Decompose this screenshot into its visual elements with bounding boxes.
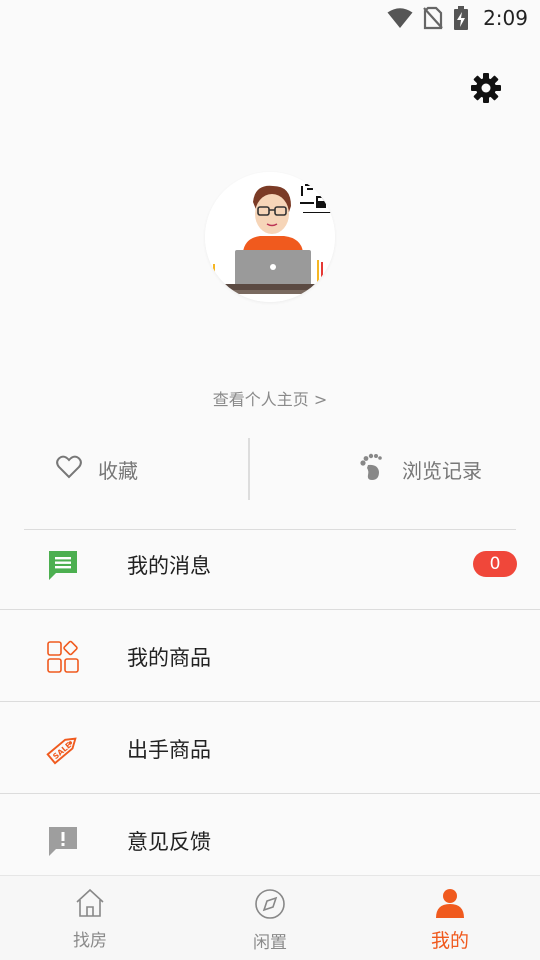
battery-charging-icon [453, 6, 469, 30]
history-button[interactable]: 浏览记录 [358, 438, 482, 500]
sale-tag-icon: SALE [44, 730, 82, 768]
menu-item-label: 意见反馈 [127, 829, 211, 854]
footprint-icon [358, 453, 386, 486]
gear-icon [470, 72, 502, 108]
house-icon [74, 888, 106, 922]
no-sim-icon [423, 6, 443, 30]
divider [0, 793, 540, 794]
tab-idle[interactable]: 闲置 [180, 876, 360, 960]
heart-outline-icon [56, 455, 82, 484]
avatar[interactable] [205, 172, 335, 302]
compass-icon [254, 888, 286, 924]
status-time: 2:09 [483, 6, 528, 30]
tab-label: 我的 [430, 930, 469, 952]
unread-count-badge: 0 [473, 551, 517, 577]
tab-mine[interactable]: 我的 [360, 876, 540, 960]
shortcuts-row: 收藏 浏览记录 [0, 438, 540, 500]
history-label: 浏览记录 [402, 458, 482, 483]
wifi-icon [387, 7, 413, 29]
menu-item-sell-goods[interactable]: SALE 出手商品 [0, 703, 540, 794]
shortcut-divider [248, 438, 250, 500]
grid-icon [44, 638, 82, 676]
divider [0, 609, 540, 610]
settings-button[interactable] [466, 70, 506, 110]
menu-item-label: 我的商品 [127, 645, 211, 670]
menu-item-my-goods[interactable]: 我的商品 [0, 611, 540, 702]
feedback-icon [44, 822, 82, 860]
message-icon [44, 546, 82, 584]
menu-item-label: 出手商品 [127, 737, 211, 762]
favorites-label: 收藏 [98, 458, 138, 483]
menu-item-label: 我的消息 [127, 553, 211, 578]
tab-find-house[interactable]: 找房 [0, 876, 180, 960]
bottom-nav: 找房 闲置 我的 [0, 875, 540, 960]
divider [0, 701, 540, 702]
view-profile-link[interactable]: 查看个人主页 > [0, 386, 540, 410]
tab-label: 找房 [73, 931, 107, 951]
menu-item-feedback[interactable]: 意见反馈 [0, 795, 540, 886]
favorites-button[interactable]: 收藏 [56, 438, 138, 500]
person-icon [435, 888, 465, 922]
tab-label: 闲置 [253, 933, 287, 953]
status-bar: 2:09 [0, 0, 540, 36]
menu-item-messages[interactable]: 我的消息 0 [0, 519, 540, 610]
